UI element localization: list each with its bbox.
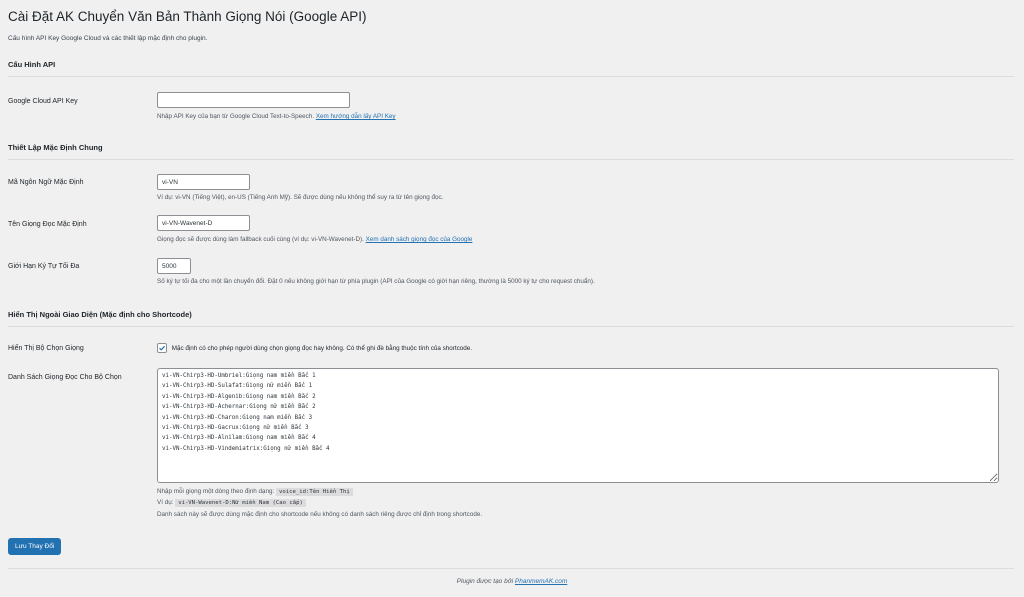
checkmark-icon xyxy=(159,345,166,351)
settings-page: Cài Đặt AK Chuyển Văn Bản Thành Giọng Nó… xyxy=(0,0,1024,42)
section-display-header: Hiển Thị Ngoài Giao Diện (Mặc định cho S… xyxy=(8,310,1014,327)
api-key-desc-text: Nhập API Key của bạn từ Google Cloud Tex… xyxy=(157,113,315,120)
voice-list-description: Danh sách này sẽ được dùng mặc định cho … xyxy=(157,511,483,518)
default-voice-input[interactable] xyxy=(157,215,250,231)
api-key-description: Nhập API Key của bạn từ Google Cloud Tex… xyxy=(157,113,396,120)
voice-list-example: Ví dụ: vi-VN-Wavenet-D:Nữ miền Nam (Cao … xyxy=(157,499,306,507)
format-hint-text: Nhập mỗi giọng một dòng theo định dạng: xyxy=(157,488,275,495)
section-display-heading: Hiển Thị Ngoài Giao Diện (Mặc định cho S… xyxy=(8,310,192,319)
section-display: Hiển Thị Ngoài Giao Diện (Mặc định cho S… xyxy=(8,310,1014,518)
voice-list-label: Danh Sách Giọng Đọc Cho Bộ Chọn xyxy=(8,374,122,381)
section-general-heading: Thiết Lập Mặc Định Chung xyxy=(8,143,103,152)
show-selector-checkbox[interactable] xyxy=(157,343,167,353)
example-text: Ví dụ: xyxy=(157,499,174,506)
page-title: Cài Đặt AK Chuyển Văn Bản Thành Giọng Nó… xyxy=(8,9,367,24)
save-changes-button[interactable]: Lưu Thay Đổi xyxy=(8,538,62,555)
section-general-header: Thiết Lập Mặc Định Chung xyxy=(8,143,1014,160)
voice-list-format-hint: Nhập mỗi giọng một dòng theo định dạng: … xyxy=(157,488,353,496)
char-limit-input[interactable] xyxy=(157,258,191,274)
footer-link[interactable]: PhanmemAK.com xyxy=(515,578,567,585)
api-key-label: Google Cloud API Key xyxy=(8,98,78,105)
section-api: Cấu Hình API Google Cloud API Key Nhập A… xyxy=(8,60,1014,120)
default-language-label: Mã Ngôn Ngữ Mặc Định xyxy=(8,179,84,186)
section-api-heading: Cấu Hình API xyxy=(8,60,56,69)
default-language-description: Ví dụ: vi-VN (Tiếng Việt), en-US (Tiếng … xyxy=(157,194,444,201)
default-voice-desc-text: Giọng đọc sẽ được dùng làm fallback cuối… xyxy=(157,236,364,243)
format-hint-code: voice_id:Tên Hiển Thị xyxy=(276,488,353,496)
show-selector-field: Mặc định có cho phép người dùng chọn giọ… xyxy=(157,343,472,353)
voice-list-link[interactable]: Xem danh sách giọng đọc của Google xyxy=(366,236,473,243)
default-voice-description: Giọng đọc sẽ được dùng làm fallback cuối… xyxy=(157,236,472,243)
default-voice-label: Tên Giọng Đọc Mặc Định xyxy=(8,221,87,228)
show-selector-label: Hiển Thị Bộ Chọn Giọng xyxy=(8,345,84,352)
example-code: vi-VN-Wavenet-D:Nữ miền Nam (Cao cấp) xyxy=(175,499,306,507)
footer-text: Plugin được tạo bởi xyxy=(456,578,514,585)
default-language-input[interactable] xyxy=(157,174,250,190)
voice-list-textarea[interactable]: vi-VN-Chirp3-HD-Umbriel:Giọng nam miền B… xyxy=(157,368,999,483)
api-key-guide-link[interactable]: Xem hướng dẫn lấy API Key xyxy=(316,113,396,120)
section-general: Thiết Lập Mặc Định Chung Mã Ngôn Ngữ Mặc… xyxy=(8,143,1014,285)
show-selector-desc: Mặc định có cho phép người dùng chọn giọ… xyxy=(171,344,473,352)
footer-divider xyxy=(8,568,1014,569)
api-key-input[interactable] xyxy=(157,92,350,108)
char-limit-description: Số ký tự tối đa cho một lần chuyển đổi. … xyxy=(157,278,595,285)
char-limit-label: Giới Hạn Ký Tự Tối Đa xyxy=(8,263,80,270)
section-api-header: Cấu Hình API xyxy=(8,60,1014,77)
footer: Plugin được tạo bởi PhanmemAK.com xyxy=(0,578,1024,585)
page-subtitle: Cấu hình API Key Google Cloud và các thi… xyxy=(8,35,208,42)
